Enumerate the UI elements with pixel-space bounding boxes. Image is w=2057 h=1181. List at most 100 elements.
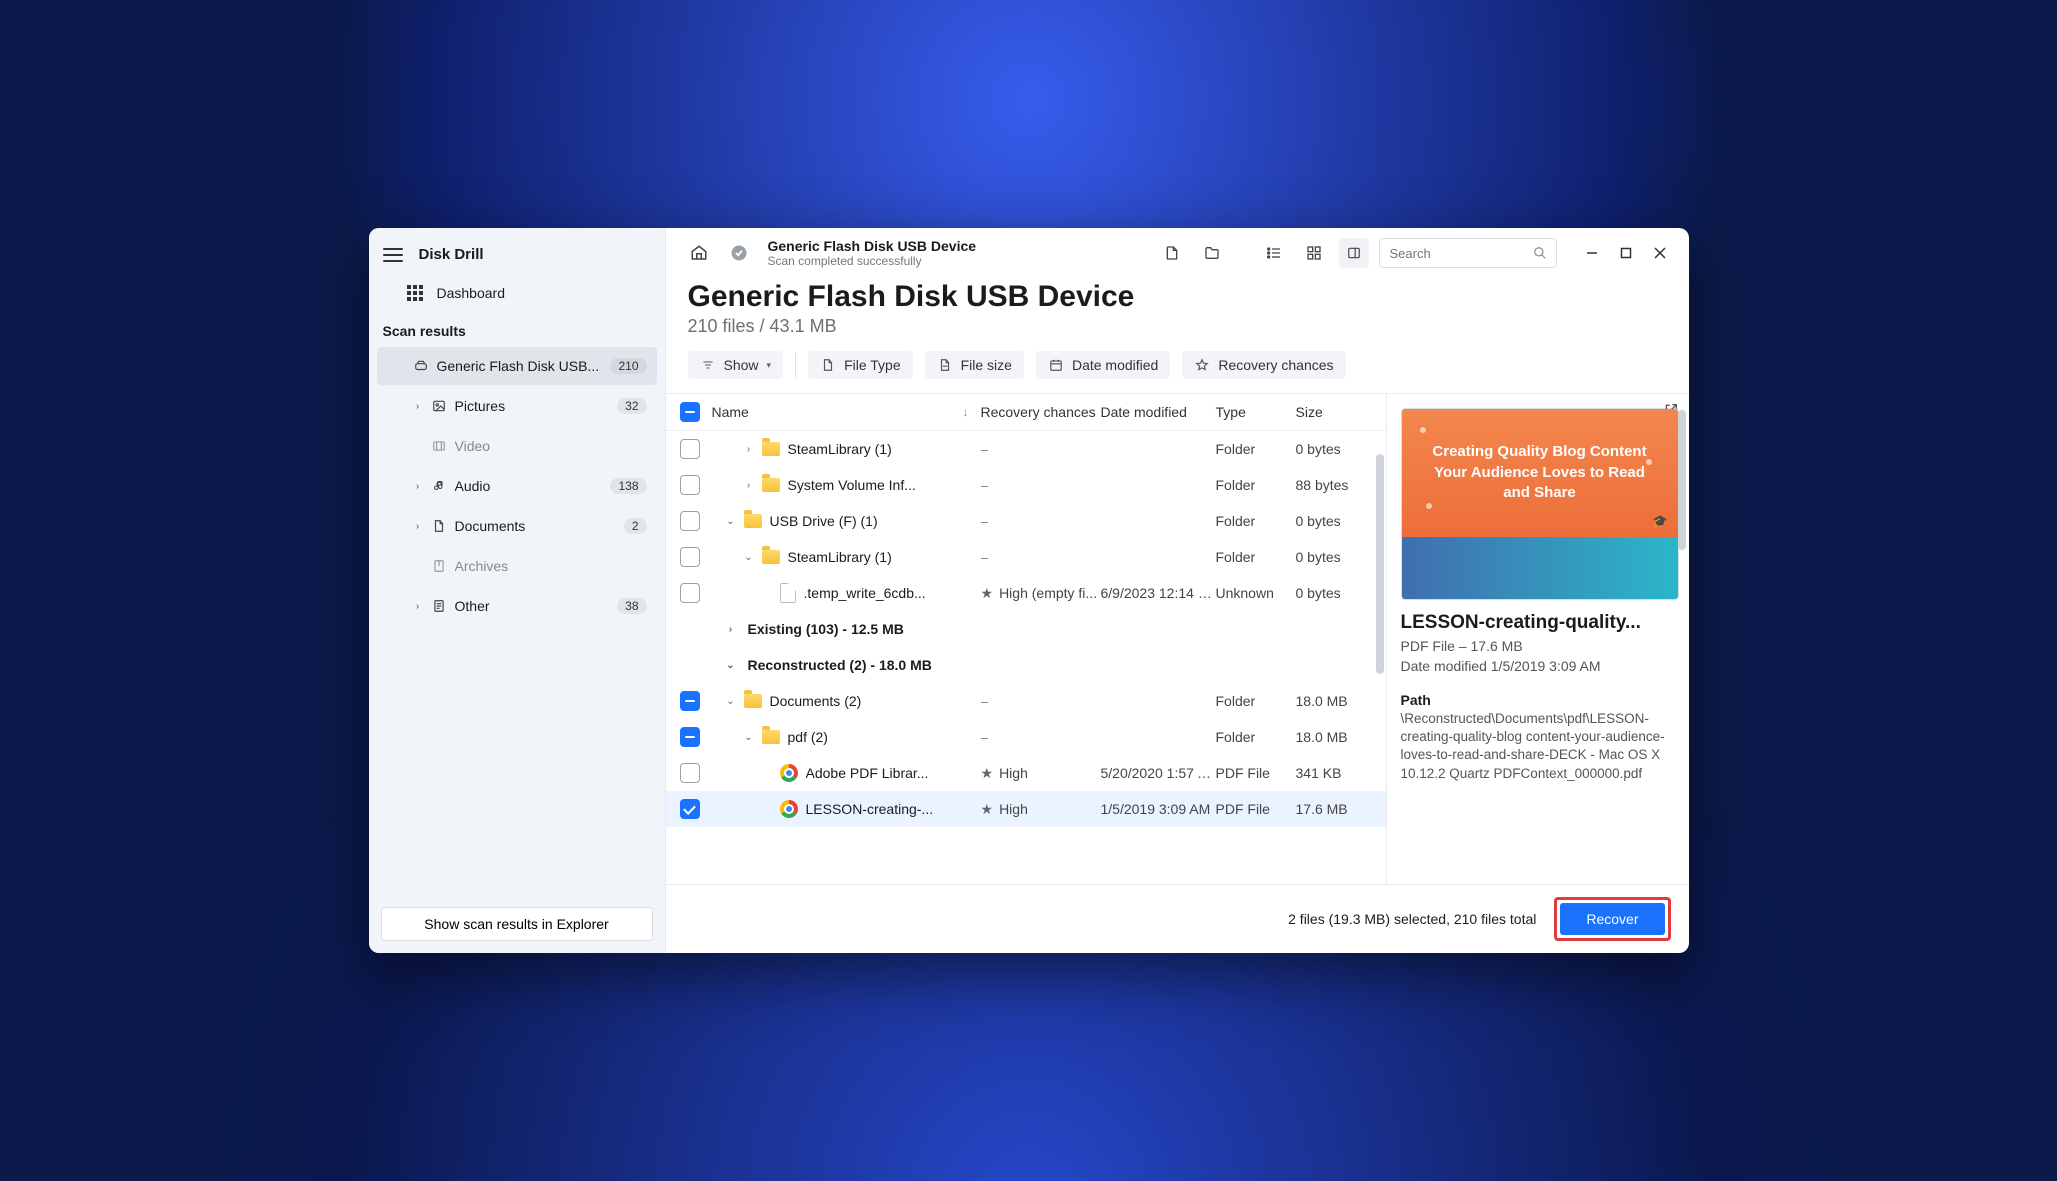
view-list-icon[interactable] (1259, 238, 1289, 268)
file-name: SteamLibrary (1) (788, 549, 892, 565)
file-row[interactable]: ⌄USB Drive (F) (1)–Folder0 bytes (666, 503, 1386, 539)
sidebar-section-label: Scan results (369, 309, 665, 345)
type-cell: Unknown (1216, 585, 1296, 601)
status-bar: 2 files (19.3 MB) selected, 210 files to… (666, 884, 1689, 953)
row-checkbox[interactable] (680, 439, 700, 459)
sidebar-item-2[interactable]: ›Video (377, 427, 657, 465)
row-checkbox[interactable] (680, 727, 700, 747)
group-row[interactable]: ›Existing (103) - 12.5 MB (666, 611, 1386, 647)
file-row[interactable]: ⌄SteamLibrary (1)–Folder0 bytes (666, 539, 1386, 575)
row-checkbox[interactable] (680, 583, 700, 603)
search-field[interactable] (1388, 245, 1502, 262)
main-pane: Generic Flash Disk USB Device Scan compl… (666, 228, 1689, 953)
sidebar-item-5[interactable]: ›Archives (377, 547, 657, 585)
row-checkbox[interactable] (680, 691, 700, 711)
type-cell: Folder (1216, 477, 1296, 493)
show-in-explorer-button[interactable]: Show scan results in Explorer (381, 907, 653, 941)
file-name: LESSON-creating-... (806, 801, 934, 817)
group-row[interactable]: ⌄Reconstructed (2) - 18.0 MB (666, 647, 1386, 683)
filter-bar: Show ▾ File Type File size (666, 347, 1689, 393)
select-all-checkbox[interactable] (680, 402, 700, 422)
file-row[interactable]: ›.temp_write_6cdb...★High (empty fi...6/… (666, 575, 1386, 611)
preview-scrollbar[interactable] (1678, 410, 1686, 590)
file-type-icon (820, 357, 836, 373)
col-size[interactable]: Size (1296, 404, 1376, 420)
video-icon (431, 438, 447, 454)
expand-icon[interactable]: ⌄ (726, 696, 736, 707)
row-checkbox[interactable] (680, 511, 700, 531)
sidebar-item-4[interactable]: ›Documents2 (377, 507, 657, 545)
chrome-icon (780, 764, 798, 782)
filter-show[interactable]: Show ▾ (688, 351, 784, 379)
col-recovery[interactable]: Recovery chances (981, 404, 1101, 420)
sidebar-item-1[interactable]: ›Pictures32 (377, 387, 657, 425)
file-row[interactable]: ›System Volume Inf...–Folder88 bytes (666, 467, 1386, 503)
expand-icon[interactable]: › (744, 444, 754, 455)
filter-file-size[interactable]: File size (925, 351, 1024, 379)
nav-dashboard[interactable]: Dashboard (369, 277, 665, 309)
expand-icon[interactable]: ⌄ (744, 732, 754, 743)
view-grid-icon[interactable] (1299, 238, 1329, 268)
star-icon (1194, 357, 1210, 373)
recovery-cell: ★High (empty fi... (981, 585, 1101, 602)
sidebar-item-3[interactable]: ›Audio138 (377, 467, 657, 505)
size-cell: 0 bytes (1296, 549, 1376, 565)
col-type[interactable]: Type (1216, 404, 1296, 420)
file-list-pane: Name ↓ Recovery chances Date modified Ty… (666, 394, 1386, 884)
file-row[interactable]: ⌄pdf (2)–Folder18.0 MB (666, 719, 1386, 755)
status-text: 2 files (19.3 MB) selected, 210 files to… (1288, 911, 1536, 927)
expand-icon[interactable]: ⌄ (726, 660, 736, 671)
size-cell: 341 KB (1296, 765, 1376, 781)
row-checkbox[interactable] (680, 763, 700, 783)
file-row[interactable]: ›Adobe PDF Librar...★High5/20/2020 1:57 … (666, 755, 1386, 791)
folder-icon (762, 730, 780, 744)
minimize-icon[interactable] (1577, 238, 1607, 268)
breadcrumb: Generic Flash Disk USB Device Scan compl… (768, 238, 977, 268)
row-checkbox[interactable] (680, 799, 700, 819)
sidebar-item-label: Video (455, 438, 647, 454)
chevron-right-icon: › (413, 401, 423, 412)
sidebar-item-label: Audio (455, 478, 603, 494)
expand-icon[interactable]: › (744, 480, 754, 491)
file-row[interactable]: ›SteamLibrary (1)–Folder0 bytes (666, 431, 1386, 467)
sidebar-item-6[interactable]: ›Other38 (377, 587, 657, 625)
expand-icon[interactable]: ⌄ (726, 516, 736, 527)
preview-filename: LESSON-creating-quality... (1401, 612, 1679, 634)
type-cell: Folder (1216, 513, 1296, 529)
sidebar-item-0[interactable]: ›Generic Flash Disk USB...210 (377, 347, 657, 385)
close-icon[interactable] (1645, 238, 1675, 268)
breadcrumb-subtitle: Scan completed successfully (768, 254, 977, 268)
folder-icon (762, 550, 780, 564)
row-checkbox[interactable] (680, 475, 700, 495)
type-cell: PDF File (1216, 801, 1296, 817)
view-panel-icon[interactable] (1339, 238, 1369, 268)
search-input[interactable] (1379, 238, 1557, 268)
menu-icon[interactable] (383, 248, 403, 262)
folder-icon (744, 514, 762, 528)
scrollbar[interactable] (1376, 454, 1384, 854)
image-icon (431, 398, 447, 414)
scan-complete-icon (724, 238, 754, 268)
file-row[interactable]: ⌄Documents (2)–Folder18.0 MB (666, 683, 1386, 719)
file-size-icon (937, 357, 953, 373)
home-icon[interactable] (684, 238, 714, 268)
divider (795, 352, 796, 378)
col-name[interactable]: Name (712, 404, 749, 420)
recovery-cell: – (981, 477, 1101, 493)
filter-recovery[interactable]: Recovery chances (1182, 351, 1345, 379)
maximize-icon[interactable] (1611, 238, 1641, 268)
file-icon[interactable] (1157, 238, 1187, 268)
recovery-cell: ★High (981, 801, 1101, 818)
folder-icon[interactable] (1197, 238, 1227, 268)
col-date[interactable]: Date modified (1101, 404, 1216, 420)
content-split: Name ↓ Recovery chances Date modified Ty… (666, 393, 1689, 884)
expand-icon[interactable]: › (726, 624, 736, 635)
filter-file-type[interactable]: File Type (808, 351, 913, 379)
recovery-cell: – (981, 729, 1101, 745)
expand-icon[interactable]: ⌄ (744, 552, 754, 563)
breadcrumb-title: Generic Flash Disk USB Device (768, 238, 977, 254)
row-checkbox[interactable] (680, 547, 700, 567)
recover-button[interactable]: Recover (1560, 903, 1664, 935)
file-row[interactable]: ›LESSON-creating-...★High1/5/2019 3:09 A… (666, 791, 1386, 827)
filter-date-modified[interactable]: Date modified (1036, 351, 1170, 379)
